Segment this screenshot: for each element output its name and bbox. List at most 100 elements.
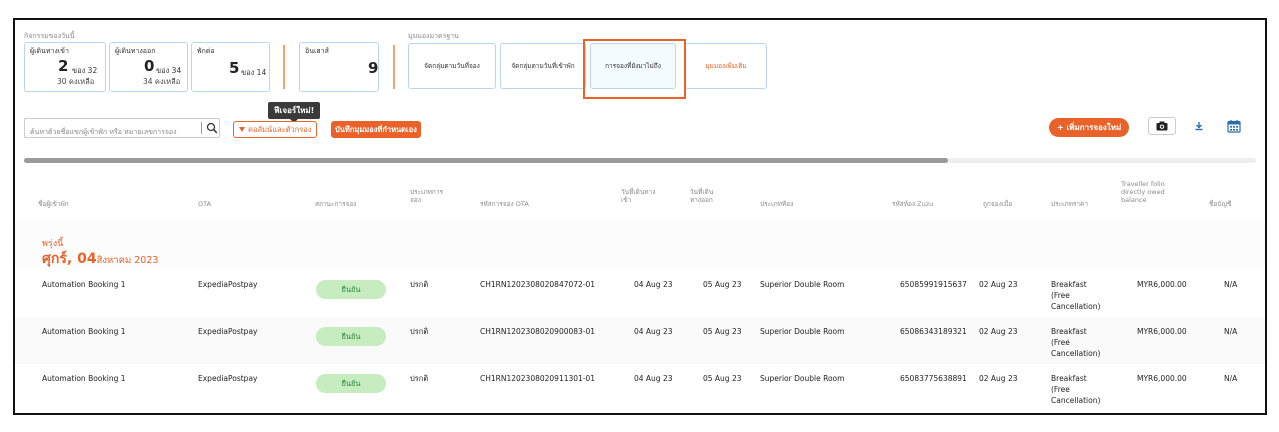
cell-checkout: 05 Aug 23: [703, 374, 742, 383]
new-feature-tooltip: ฟีเจอร์ใหม่!: [268, 102, 321, 123]
section-divider: [283, 45, 285, 89]
header-guest[interactable]: ชื่อผู้เข้าพัก: [38, 200, 69, 208]
cell-ota-ref: CH1RN1202308020911301-01: [480, 374, 596, 383]
download-button[interactable]: [1191, 117, 1207, 135]
rate-line: Cancellation): [1051, 302, 1101, 311]
header-booked-on[interactable]: ถูกจองเมื่อ: [983, 200, 1012, 208]
cell-rate-type: Breakfast (Free Cancellation): [1051, 279, 1111, 312]
rate-line: Breakfast: [1051, 280, 1087, 289]
cell-checkin: 04 Aug 23: [634, 280, 673, 289]
screenshot-button[interactable]: [1148, 117, 1176, 135]
header-status[interactable]: สถานะการจอง: [315, 200, 356, 208]
selected-view-highlight: [583, 39, 686, 99]
week-title: อินเฮาส์: [305, 47, 329, 55]
header-ota-ref[interactable]: รหัสการจอง OTA: [480, 200, 529, 208]
cell-booked-on: 02 Aug 23: [979, 374, 1018, 383]
cell-ota: ExpediaPostpay: [198, 327, 258, 336]
cell-room-type: Superior Double Room: [760, 374, 845, 383]
header-room-type[interactable]: ประเภทห้อง: [760, 200, 793, 208]
download-icon: [1195, 122, 1203, 131]
cell-ota: ExpediaPostpay: [198, 280, 258, 289]
header-zuzu-code[interactable]: รหัสห้อง Zuzu: [892, 200, 933, 208]
header-checkout[interactable]: วันที่เดิน ทางออก: [690, 188, 730, 204]
rate-line: (Free: [1051, 291, 1070, 300]
header-booking-type[interactable]: ประเภทการ จอง: [410, 188, 452, 204]
cell-balance: MYR6,000.00: [1137, 280, 1187, 289]
app-frame: กิจกรรมของวันนี้ ผู้เดินทางเข้า 2 ของ 32…: [13, 18, 1267, 415]
cell-booked-on: 02 Aug 23: [979, 280, 1018, 289]
cell-rate-type: Breakfast (Free Cancellation): [1051, 373, 1111, 406]
stays-of: ของ 14: [241, 68, 267, 77]
status-badge: ยืนยัน: [316, 280, 386, 299]
cell-ota: ExpediaPostpay: [198, 374, 258, 383]
rate-line: Cancellation): [1051, 349, 1101, 358]
table-row[interactable]: Automation Booking 1 ExpediaPostpay ยืนย…: [15, 317, 1265, 364]
cell-checkout: 05 Aug 23: [703, 327, 742, 336]
horizontal-scrollbar[interactable]: [24, 158, 1256, 163]
week-count: 9: [368, 59, 379, 77]
cell-zuzu-code: 65086343189321: [900, 327, 967, 336]
week-card[interactable]: อินเฮาส์ 9: [299, 42, 379, 92]
cell-balance: MYR6,000.00: [1137, 374, 1187, 383]
search-input[interactable]: [25, 123, 201, 141]
cell-ota-ref: CH1RN1202308020900083-01: [480, 327, 596, 336]
date-group-month-year: สิงหาคม 2023: [96, 255, 159, 266]
columns-filters-label: คอลัมน์และตัวกรอง: [248, 124, 312, 134]
departures-card[interactable]: ผู้เดินทางออก 0 ของ 34 34 คงเหลือ: [109, 42, 188, 92]
add-booking-button[interactable]: + เพิ่มการจองใหม่: [1049, 118, 1130, 137]
stays-card[interactable]: พักต่อ 5 ของ 14: [191, 42, 270, 92]
save-custom-view-button[interactable]: บันทึกมุมมองที่กำหนดเอง: [331, 121, 421, 138]
search-separator: [201, 122, 202, 134]
table-row[interactable]: Automation Booking 1 ExpediaPostpay ยืนย…: [15, 364, 1265, 411]
cell-account: N/A: [1224, 280, 1238, 289]
calendar-button[interactable]: [1226, 117, 1242, 135]
cell-checkin: 04 Aug 23: [634, 327, 673, 336]
cell-rate-type: Breakfast (Free Cancellation): [1051, 326, 1111, 359]
calendar-icon: [1227, 120, 1241, 133]
view-group-by-checkin-date[interactable]: จัดกลุ่มตามวันที่เข้าพัก: [500, 43, 586, 89]
section-divider: [393, 45, 395, 89]
columns-filters-button[interactable]: คอลัมน์และตัวกรอง: [233, 121, 318, 138]
bookings-page: กิจกรรมของวันนี้ ผู้เดินทางเข้า 2 ของ 32…: [15, 20, 1265, 413]
cell-account: N/A: [1224, 327, 1238, 336]
rate-line: Breakfast: [1051, 374, 1087, 383]
search-icon[interactable]: [206, 122, 218, 134]
cell-guest[interactable]: Automation Booking 1: [42, 373, 126, 384]
standard-views-label: มุมมองมาตรฐาน: [408, 32, 459, 40]
cell-zuzu-code: 65085991915637: [900, 280, 967, 289]
scrollbar-thumb[interactable]: [24, 158, 948, 163]
view-group-by-booking-date[interactable]: จัดกลุ่มตามวันที่จอง: [408, 43, 496, 89]
table-row[interactable]: Automation Booking 1 ExpediaPostpay ยืนย…: [15, 270, 1265, 317]
arrivals-card[interactable]: ผู้เดินทางเข้า 2 ของ 32 30 คงเหลือ: [24, 42, 106, 92]
cell-booked-on: 02 Aug 23: [979, 327, 1018, 336]
cell-account: N/A: [1224, 374, 1238, 383]
header-checkin[interactable]: วันที่เดินทาง เข้า: [621, 188, 665, 204]
cell-booking-type: ปรกติ: [410, 374, 429, 383]
view-more-views[interactable]: มุมมองเพิ่มเติม: [685, 43, 767, 89]
header-traveller-folio[interactable]: Traveller folio directly owed balance: [1121, 180, 1177, 204]
departures-title: ผู้เดินทางออก: [115, 47, 156, 55]
date-group-day: ศุกร์, 04: [42, 251, 97, 267]
arrivals-count: 2: [58, 57, 69, 75]
camera-icon: [1156, 121, 1168, 131]
cell-guest[interactable]: Automation Booking 1: [42, 326, 126, 337]
arrivals-title: ผู้เดินทางเข้า: [30, 47, 69, 55]
date-group: [15, 220, 1265, 270]
cell-booking-type: ปรกติ: [410, 327, 429, 336]
cell-guest[interactable]: Automation Booking 1: [42, 279, 126, 290]
cell-ota-ref: CH1RN1202308020847072-01: [480, 280, 596, 289]
activity-section-label: กิจกรรมของวันนี้: [24, 32, 75, 40]
rate-line: (Free: [1051, 385, 1070, 394]
header-account[interactable]: ชื่อบัญชี: [1209, 200, 1231, 208]
departures-remaining: 34 คงเหลือ: [143, 77, 181, 86]
cell-booking-type: ปรกติ: [410, 280, 429, 289]
header-ota[interactable]: OTA: [198, 200, 211, 208]
filter-icon: [239, 127, 245, 132]
header-rate-type[interactable]: ประเภทราคา: [1051, 200, 1088, 208]
cell-zuzu-code: 65083775638891: [900, 374, 967, 383]
cell-checkout: 05 Aug 23: [703, 280, 742, 289]
cell-checkin: 04 Aug 23: [634, 374, 673, 383]
arrivals-remaining: 30 คงเหลือ: [57, 77, 95, 86]
cell-room-type: Superior Double Room: [760, 280, 845, 289]
cell-room-type: Superior Double Room: [760, 327, 845, 336]
